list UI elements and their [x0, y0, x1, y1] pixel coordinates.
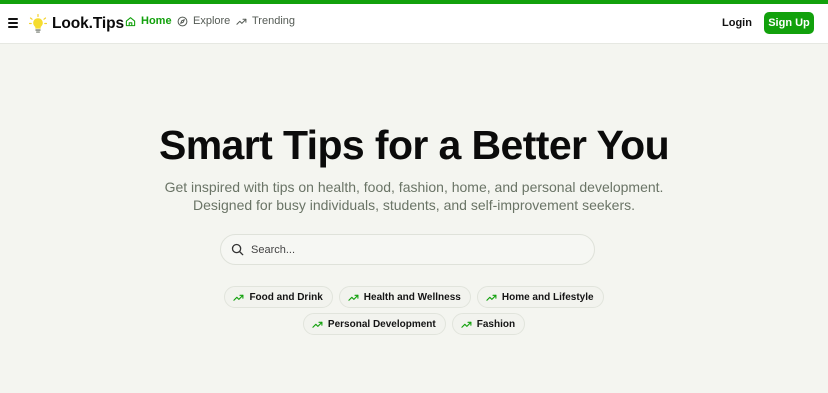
category-chip-label: Personal Development [327, 318, 436, 330]
category-chip-home-and-lifestyle[interactable]: Home and Lifestyle [476, 286, 604, 308]
category-chip-label: Health and Wellness [363, 291, 461, 303]
signup-button[interactable]: Sign Up [764, 12, 814, 34]
trending-up-icon [233, 294, 244, 301]
trending-up-icon [312, 321, 323, 328]
nav-explore-label: Explore [193, 15, 231, 27]
hero-subtitle-line-1: Get inspired with tips on health, food, … [164, 179, 664, 195]
category-chip-personal-development[interactable]: Personal Development [302, 313, 446, 335]
nav-home-link[interactable]: Home [125, 15, 172, 27]
nav-explore-link[interactable]: Explore [177, 15, 230, 27]
nav-trending-label: Trending [252, 15, 296, 27]
hamburger-icon[interactable] [8, 18, 18, 28]
hero-title: Smart Tips for a Better You [158, 122, 670, 168]
category-chip-label: Fashion [476, 318, 516, 330]
category-chips-row-1: Food and Drink Health and Wellness Home … [0, 286, 828, 308]
login-button[interactable]: Login [722, 17, 752, 29]
trending-up-icon [348, 294, 359, 301]
trending-up-icon [461, 321, 472, 328]
category-chip-label: Food and Drink [249, 291, 323, 303]
top-navbar: Look.Tips Home Explore Trending Login Si… [0, 4, 828, 44]
trending-up-icon [486, 294, 497, 301]
category-chip-fashion[interactable]: Fashion [451, 313, 526, 335]
lightbulb-icon [29, 14, 47, 33]
category-chip-label: Home and Lifestyle [501, 291, 594, 303]
category-chip-food-and-drink[interactable]: Food and Drink [224, 286, 333, 308]
home-icon [125, 16, 136, 26]
nav-trending-link[interactable]: Trending [236, 15, 295, 27]
nav-home-label: Home [141, 15, 172, 27]
brand-name[interactable]: Look.Tips [52, 15, 124, 33]
category-chip-health-and-wellness[interactable]: Health and Wellness [338, 286, 471, 308]
hero-subtitle-line-2: Designed for busy individuals, students,… [193, 197, 635, 213]
search-bar [220, 234, 595, 265]
category-chips-row-2: Personal Development Fashion [0, 313, 828, 335]
compass-icon [177, 16, 188, 26]
trending-up-icon [236, 18, 247, 25]
search-input[interactable] [251, 235, 581, 264]
search-icon [231, 243, 244, 256]
